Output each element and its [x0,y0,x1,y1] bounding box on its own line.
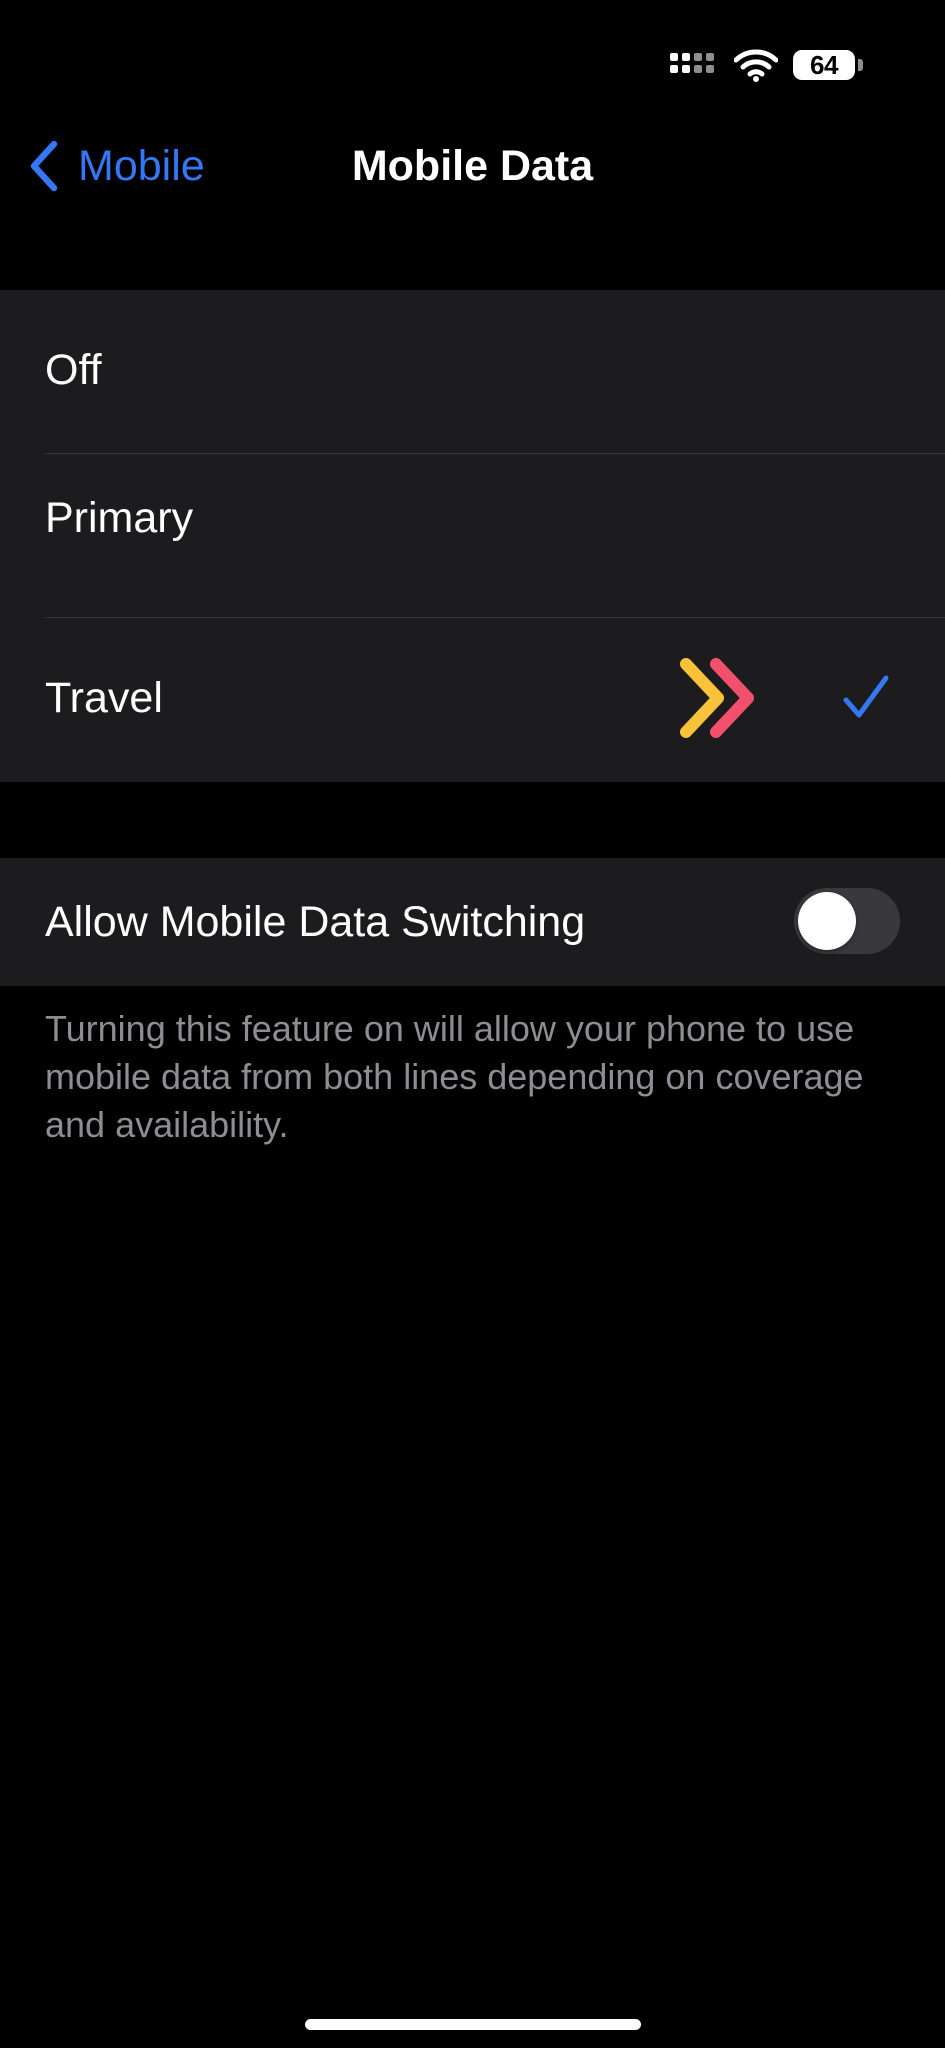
back-button[interactable]: Mobile [26,138,205,194]
data-switching-toggle[interactable] [794,888,900,954]
wifi-icon [734,49,778,82]
option-travel[interactable]: Travel [0,618,945,782]
navigation-bar: Mobile Data Mobile [0,120,945,210]
home-indicator[interactable] [305,2019,641,2030]
battery-level: 64 [810,50,838,80]
option-off[interactable]: Off [0,290,945,453]
chevron-left-icon [30,140,58,192]
data-switching-footnote: Turning this feature on will allow your … [45,1008,864,1145]
option-label: Off [45,346,102,394]
status-bar: 64 [0,0,945,130]
checkmark-icon [843,675,889,718]
back-label: Mobile [78,141,205,190]
option-label: Travel [45,674,163,722]
battery-indicator: 64 [793,50,855,80]
option-primary[interactable]: Primary [0,454,945,617]
toggle-knob [798,892,856,950]
cellular-signal-icon [670,53,720,78]
data-switching-row: Allow Mobile Data Switching [0,858,945,986]
battery-cap [858,59,863,71]
option-label: Primary [45,494,194,542]
mobile-data-options-list: Off Primary Travel [0,290,945,782]
data-switching-label: Allow Mobile Data Switching [45,898,586,946]
chevron-logo-icon [680,658,754,738]
